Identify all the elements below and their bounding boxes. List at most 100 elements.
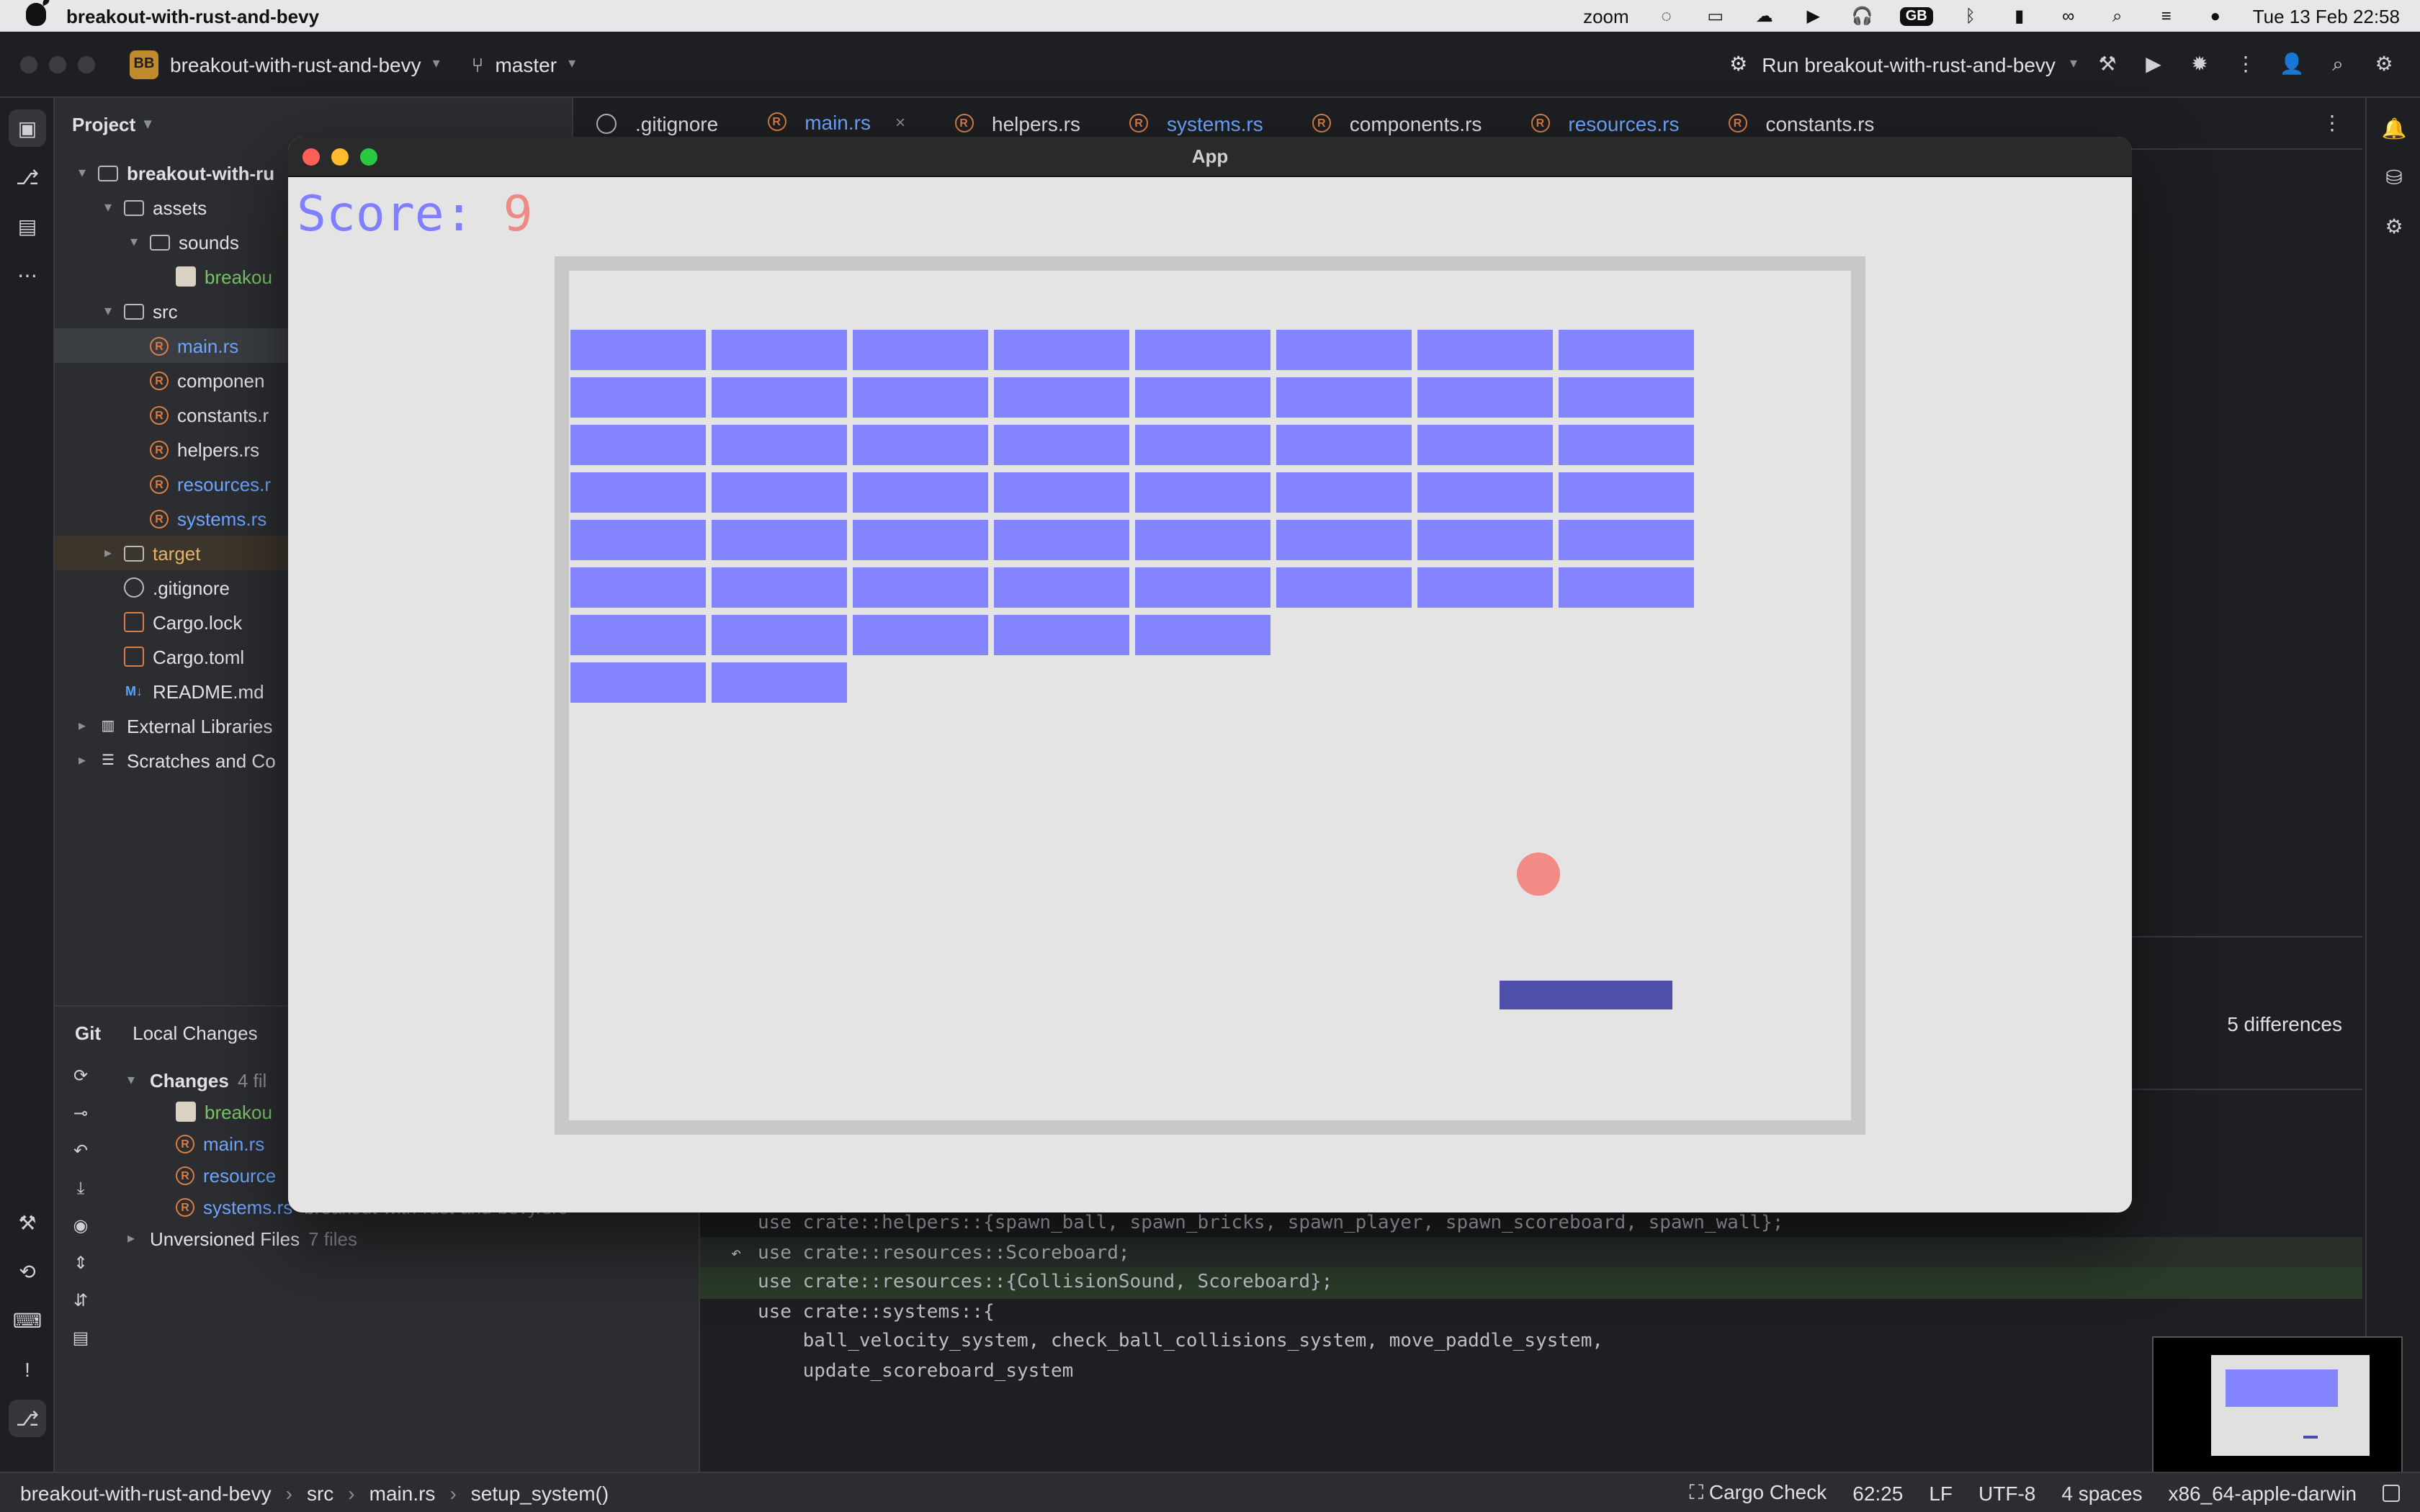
notifications-icon[interactable]: 🔔 bbox=[2375, 109, 2413, 147]
datetime[interactable]: Tue 13 Feb 22:58 bbox=[2253, 5, 2400, 27]
rust-file-icon: R bbox=[150, 405, 169, 424]
wd-icon[interactable]: ▭ bbox=[1704, 6, 1727, 26]
keyboard-layout[interactable]: GB bbox=[1899, 6, 1933, 25]
indent[interactable]: 4 spaces bbox=[2061, 1481, 2142, 1504]
details-icon[interactable]: ▤ bbox=[63, 1320, 98, 1355]
branch-switcher[interactable]: ⑂ master ▾ bbox=[472, 53, 575, 76]
minimize-icon[interactable] bbox=[49, 55, 66, 73]
chevron-right-icon[interactable]: ▸ bbox=[98, 545, 118, 561]
more-icon[interactable]: ⋮ bbox=[2230, 48, 2262, 80]
line-ending[interactable]: LF bbox=[1929, 1481, 1953, 1504]
tabs-more-icon[interactable]: ⋮ bbox=[2322, 111, 2362, 135]
close-icon[interactable] bbox=[20, 55, 37, 73]
zoom-label[interactable]: zoom bbox=[1583, 5, 1629, 27]
rust-file-icon: R bbox=[1312, 114, 1331, 132]
breadcrumb-item[interactable]: main.rs bbox=[369, 1481, 436, 1504]
brick bbox=[1276, 377, 1412, 418]
brick bbox=[994, 472, 1129, 513]
revert-change-icon[interactable]: ↶ bbox=[726, 1243, 746, 1263]
brick bbox=[1135, 567, 1270, 608]
close-icon[interactable]: × bbox=[895, 112, 905, 132]
menubar-app-name[interactable]: breakout-with-rust-and-bevy bbox=[66, 5, 319, 27]
cargo-check[interactable]: ⛶ Cargo Check bbox=[1689, 1480, 1827, 1505]
unversioned-group[interactable]: ▸ Unversioned Files 7 files bbox=[112, 1223, 699, 1254]
audio-file-icon bbox=[176, 1102, 196, 1122]
tab-local-changes[interactable]: Local Changes bbox=[133, 1022, 257, 1043]
terminal-tool-icon[interactable]: ⌨ bbox=[9, 1302, 46, 1339]
search-icon[interactable]: ⌕ bbox=[2322, 48, 2354, 80]
refresh-icon[interactable]: ⟳ bbox=[63, 1058, 98, 1093]
run-config[interactable]: Run breakout-with-rust-and-bevy bbox=[1762, 53, 2056, 76]
breadcrumb-item[interactable]: setup_system() bbox=[471, 1481, 609, 1504]
cloud-icon[interactable]: ☁ bbox=[1753, 6, 1776, 26]
update-icon[interactable]: ⤓ bbox=[63, 1171, 98, 1205]
chevron-down-icon[interactable]: ▾ bbox=[98, 303, 118, 319]
headphones-icon[interactable]: 🎧 bbox=[1851, 6, 1874, 26]
chevron-right-icon[interactable]: ▸ bbox=[72, 752, 92, 768]
code-line[interactable]: update_scoreboard_system bbox=[700, 1355, 2362, 1387]
window-icon[interactable] bbox=[2383, 1484, 2400, 1501]
preview-icon[interactable]: ◉ bbox=[63, 1208, 98, 1243]
tab-label: .gitignore bbox=[635, 112, 719, 135]
chevron-down-icon[interactable]: ▾ bbox=[124, 234, 144, 250]
app-window[interactable]: App Score: 9 bbox=[288, 137, 2132, 1212]
run-icon[interactable]: ▶ bbox=[2138, 48, 2169, 80]
app-title: App bbox=[1191, 145, 1229, 167]
menubar-left: breakout-with-rust-and-bevy bbox=[0, 3, 319, 27]
rust-file-icon: R bbox=[150, 474, 169, 493]
changed-file-label: breakou bbox=[205, 1101, 272, 1122]
siri-icon[interactable]: ● bbox=[2204, 6, 2227, 26]
caret-position[interactable]: 62:25 bbox=[1852, 1481, 1903, 1504]
build-tool-icon[interactable]: ⚒ bbox=[9, 1204, 46, 1241]
expand-icon[interactable]: ⇕ bbox=[63, 1246, 98, 1280]
brick bbox=[1559, 520, 1694, 560]
spinner-icon[interactable]: ◌ bbox=[1655, 6, 1678, 26]
settings-icon[interactable]: ⚙ bbox=[2368, 48, 2400, 80]
build-icon[interactable]: ⚒ bbox=[2092, 48, 2123, 80]
structure-tool-icon[interactable]: ▤ bbox=[9, 207, 46, 245]
git-tool-icon[interactable]: ⎇ bbox=[9, 1400, 46, 1437]
collapse-icon[interactable]: ⇵ bbox=[63, 1283, 98, 1318]
target-arch[interactable]: x86_64-apple-darwin bbox=[2168, 1481, 2357, 1504]
commit-tool-icon[interactable]: ⎇ bbox=[9, 158, 46, 196]
tab-git[interactable]: Git bbox=[75, 1022, 101, 1043]
brick bbox=[712, 472, 847, 513]
file-encoding[interactable]: UTF-8 bbox=[1978, 1481, 2035, 1504]
apple-icon[interactable] bbox=[26, 3, 46, 26]
zoom-icon[interactable] bbox=[78, 55, 95, 73]
play-icon[interactable]: ▶ bbox=[1802, 6, 1825, 26]
link-icon[interactable]: ∞ bbox=[2057, 6, 2080, 26]
game-canvas[interactable]: Score: 9 bbox=[288, 177, 2132, 1212]
rollback-icon[interactable]: ↶ bbox=[63, 1133, 98, 1168]
battery-icon[interactable]: ▮ bbox=[2008, 6, 2031, 26]
code-line[interactable]: use crate::resources::Scoreboard; bbox=[700, 1237, 2362, 1269]
brick bbox=[853, 330, 988, 370]
search-icon[interactable]: ⌕ bbox=[2106, 6, 2129, 26]
project-tool-icon[interactable]: ▣ bbox=[9, 109, 46, 147]
chevron-down-icon[interactable]: ▾ bbox=[98, 199, 118, 215]
chevron-right-icon[interactable]: ▸ bbox=[72, 718, 92, 734]
bluetooth-icon[interactable]: ᛒ bbox=[1959, 6, 1982, 26]
problems-tool-icon[interactable]: ! bbox=[9, 1351, 46, 1388]
breadcrumb-item[interactable]: breakout-with-rust-and-bevy bbox=[20, 1481, 272, 1504]
commit-icon[interactable]: ⊸ bbox=[63, 1096, 98, 1130]
control-center-icon[interactable]: ≡ bbox=[2155, 6, 2178, 26]
database-icon[interactable]: ⛁ bbox=[2375, 158, 2413, 196]
app-titlebar[interactable]: App bbox=[288, 137, 2132, 177]
add-user-icon[interactable]: 👤 bbox=[2276, 48, 2308, 80]
services-tool-icon[interactable]: ⟲ bbox=[9, 1253, 46, 1290]
chevron-down-icon[interactable]: ▾ bbox=[72, 165, 92, 181]
rust-file-icon: R bbox=[150, 440, 169, 459]
code-line[interactable]: ball_velocity_system, check_ball_collisi… bbox=[700, 1326, 2362, 1357]
breadcrumb-item[interactable]: src bbox=[307, 1481, 333, 1504]
code-line[interactable]: use crate::resources::{CollisionSound, S… bbox=[700, 1266, 2362, 1298]
debug-icon[interactable]: ✹ bbox=[2184, 48, 2215, 80]
project-switcher[interactable]: BB breakout-with-rust-and-bevy ▾ bbox=[130, 50, 440, 78]
screen-minimap[interactable] bbox=[2152, 1336, 2403, 1495]
brick bbox=[570, 472, 706, 513]
code-line[interactable]: use crate::systems::{ bbox=[700, 1296, 2362, 1328]
changed-file-label: main.rs bbox=[203, 1133, 265, 1154]
rust-tool-icon[interactable]: ⚙ bbox=[2375, 207, 2413, 245]
chevron-down-icon[interactable]: ▾ bbox=[2070, 56, 2077, 72]
more-tools-icon[interactable]: ⋯ bbox=[9, 256, 46, 294]
